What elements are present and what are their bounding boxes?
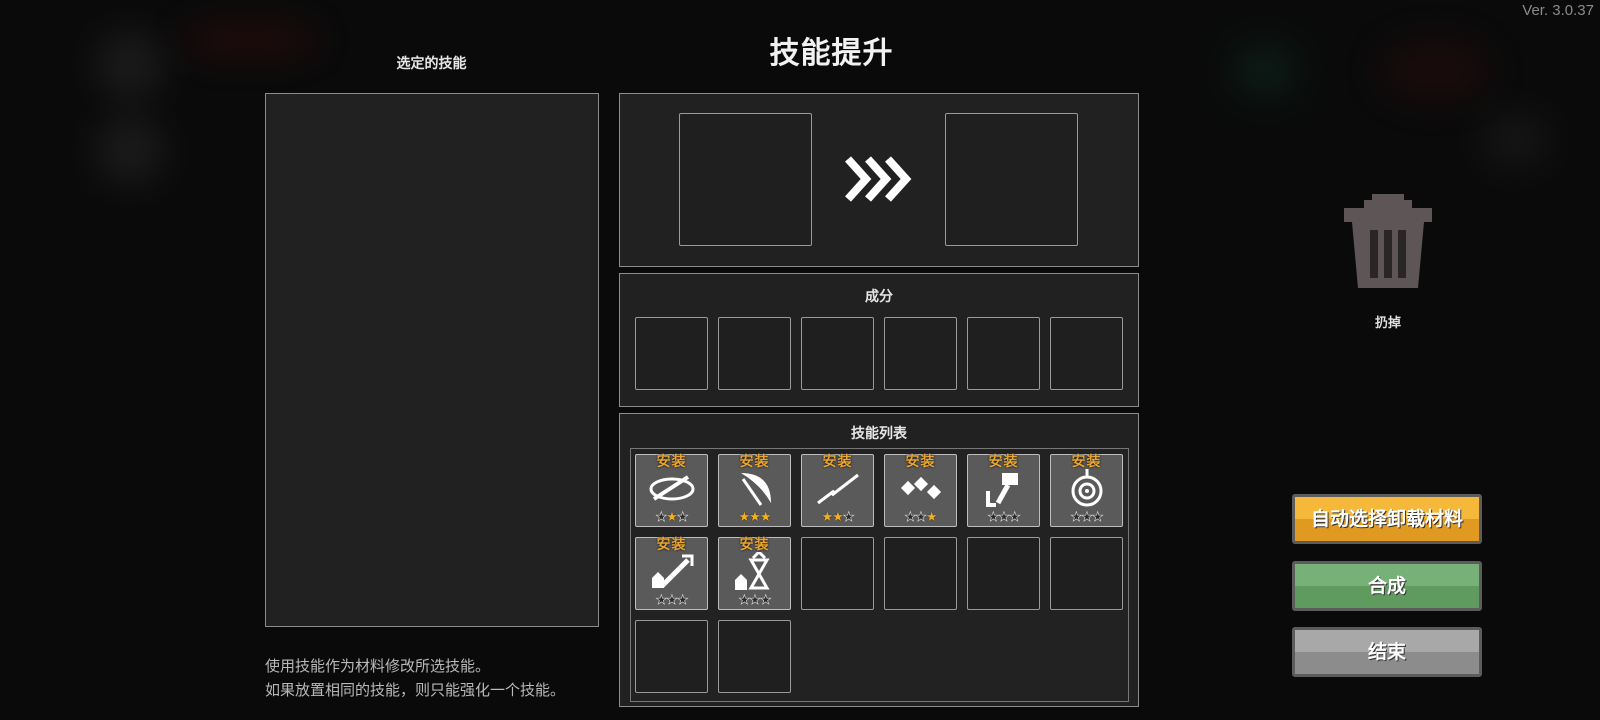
skill-item[interactable]: 安装 ★★★ — [1050, 454, 1123, 527]
selected-skill-panel[interactable] — [265, 93, 599, 627]
skill-item[interactable]: 安装 ★★★ — [718, 537, 791, 610]
help-text: 使用技能作为材料修改所选技能。 如果放置相同的技能，则只能强化一个技能。 — [265, 654, 565, 702]
equip-label: 安装 — [656, 537, 687, 553]
star-rating: ★★★ — [821, 510, 855, 526]
equip-label: 安装 — [656, 454, 687, 470]
background-decoration — [95, 115, 165, 185]
ingredient-slot[interactable] — [1050, 317, 1123, 390]
hourglass-up-icon — [735, 552, 770, 590]
star-rating: ★★★ — [1070, 510, 1104, 526]
empty-skill-slot[interactable] — [635, 620, 708, 693]
star-rating: ★★★ — [904, 510, 937, 526]
end-button[interactable]: 结束 — [1292, 627, 1482, 677]
combine-button[interactable]: 合成 — [1292, 561, 1482, 611]
skill-list-panel: 技能列表 安装 ★★★ 安装 ★★★ 安装 ★★★ 安装 ★★★ 安装 ★★★ — [619, 413, 1139, 707]
hammer-down-icon — [986, 473, 1018, 507]
equip-label: 安装 — [822, 454, 853, 470]
source-skill-slot[interactable] — [679, 113, 812, 246]
skill-item[interactable]: 安装 ★★★ — [967, 454, 1040, 527]
ingredients-heading: 成分 — [865, 289, 893, 305]
skill-item[interactable]: 安装 ★★★ — [801, 454, 874, 527]
ingredient-slot[interactable] — [718, 317, 791, 390]
upgrade-preview-panel — [619, 93, 1139, 267]
sword-up-icon — [652, 554, 694, 588]
equip-label: 安装 — [1071, 454, 1102, 470]
ingredient-slot[interactable] — [967, 317, 1040, 390]
triple-chevron-icon — [845, 156, 912, 202]
ingredient-slot[interactable] — [801, 317, 874, 390]
star-rating: ★★★ — [738, 593, 772, 609]
star-rating: ★★★ — [655, 593, 689, 609]
selected-skill-heading: 选定的技能 — [396, 56, 467, 72]
ingredient-slot[interactable] — [635, 317, 708, 390]
version-label: Ver. 3.0.37 — [1522, 2, 1594, 19]
skill-item[interactable]: 安装 ★★★ — [884, 454, 957, 527]
shuriken-chain-icon — [900, 476, 942, 500]
star-rating: ★★★ — [987, 510, 1021, 526]
target-orb-icon — [1071, 469, 1103, 507]
empty-skill-slot[interactable] — [967, 537, 1040, 610]
skill-item[interactable]: 安装 ★★★ — [718, 454, 791, 527]
equip-label: 安装 — [739, 454, 770, 470]
empty-skill-slot[interactable] — [801, 537, 874, 610]
skill-item[interactable]: 安装 ★★★ — [635, 537, 708, 610]
skill-list-heading: 技能列表 — [851, 426, 907, 442]
result-skill-slot — [945, 113, 1078, 246]
trash-can-icon[interactable] — [1342, 192, 1434, 290]
help-text-line: 使用技能作为材料修改所选技能。 — [265, 657, 491, 675]
skill-item[interactable]: 安装 ★★★ — [635, 454, 708, 527]
ingredient-slot[interactable] — [884, 317, 957, 390]
page-title: 技能提升 — [769, 36, 894, 71]
equip-label: 安装 — [739, 537, 770, 553]
star-rating: ★★★ — [738, 510, 772, 525]
auto-select-materials-button[interactable]: 自动选择卸载材料 — [1292, 494, 1482, 544]
trash-label: 扔掉 — [1374, 316, 1401, 331]
empty-skill-slot[interactable] — [718, 620, 791, 693]
equip-label: 安装 — [905, 454, 936, 470]
crescent-blade-icon — [741, 473, 771, 506]
slash-arc-icon — [649, 475, 695, 501]
equip-label: 安装 — [988, 454, 1019, 470]
empty-skill-slot[interactable] — [884, 537, 957, 610]
ingredients-panel: 成分 — [619, 273, 1139, 407]
skill-grid: 安装 ★★★ 安装 ★★★ 安装 ★★★ 安装 ★★★ 安装 ★★★ 安装 ★★… — [630, 448, 1129, 702]
star-rating: ★★★ — [655, 510, 689, 526]
lightning-spear-icon — [817, 473, 859, 505]
empty-skill-slot[interactable] — [1050, 537, 1123, 610]
background-decoration — [1480, 110, 1550, 170]
help-text-line: 如果放置相同的技能，则只能强化一个技能。 — [265, 681, 566, 699]
